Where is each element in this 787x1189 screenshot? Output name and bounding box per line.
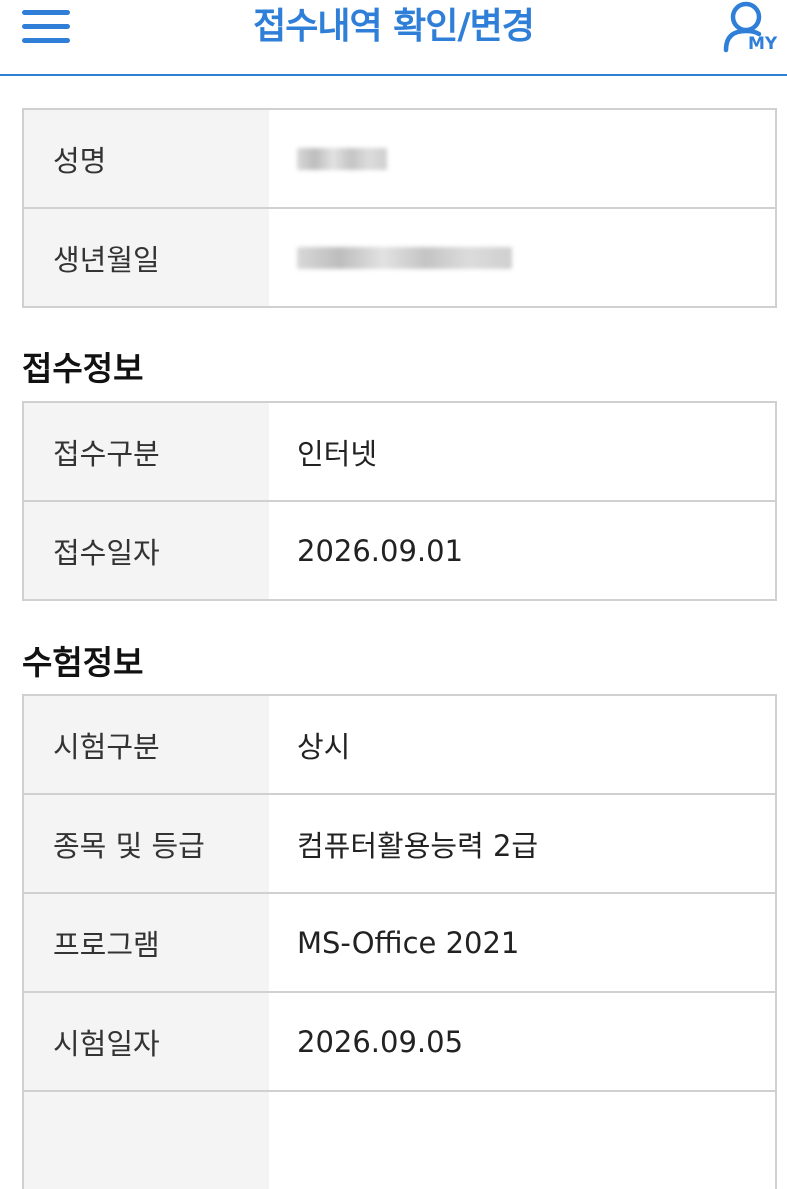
exam-info-table: 시험구분 상시 종목 및 등급 컴퓨터활용능력 2급 프로그램 MS-Offic… [22, 694, 777, 1189]
name-value [269, 110, 775, 207]
app-header: 접수내역 확인/변경 MY [0, 0, 787, 76]
next-row-value [269, 1092, 775, 1189]
exam-date-label: 시험일자 [24, 993, 269, 1090]
page-title: 접수내역 확인/변경 [253, 6, 535, 47]
exam-type-label: 시험구분 [24, 696, 269, 793]
table-row: 성명 [24, 110, 775, 209]
subject-grade-label: 종목 및 등급 [24, 795, 269, 892]
subject-grade-value: 컴퓨터활용능력 2급 [269, 795, 775, 892]
next-row-label [24, 1092, 269, 1189]
table-row: 접수구분 인터넷 [24, 403, 775, 502]
table-row: 프로그램 MS-Office 2021 [24, 894, 775, 993]
table-row: 시험구분 상시 [24, 696, 775, 795]
name-label: 성명 [24, 110, 269, 207]
receipt-date-label: 접수일자 [24, 502, 269, 599]
receipt-info-table: 접수구분 인터넷 접수일자 2026.09.01 [22, 401, 777, 601]
exam-type-value: 상시 [269, 696, 775, 793]
receipt-section-title: 접수정보 [22, 349, 144, 388]
table-row [24, 1092, 775, 1189]
birthdate-value [269, 209, 775, 306]
table-row: 종목 및 등급 컴퓨터활용능력 2급 [24, 795, 775, 894]
receipt-type-label: 접수구분 [24, 403, 269, 500]
masked-birthdate [297, 246, 512, 269]
exam-section-title: 수험정보 [22, 643, 144, 682]
birthdate-label: 생년월일 [24, 209, 269, 306]
receipt-date-value: 2026.09.01 [269, 502, 775, 599]
program-label: 프로그램 [24, 894, 269, 991]
my-label: MY [748, 34, 778, 54]
table-row: 접수일자 2026.09.01 [24, 502, 775, 599]
masked-name [297, 147, 387, 170]
program-value: MS-Office 2021 [269, 894, 775, 991]
my-page-button[interactable]: MY [718, 0, 784, 60]
exam-date-value: 2026.09.05 [269, 993, 775, 1090]
table-row: 생년월일 [24, 209, 775, 306]
applicant-info-table: 성명 생년월일 [22, 108, 777, 308]
table-row: 시험일자 2026.09.05 [24, 993, 775, 1092]
receipt-type-value: 인터넷 [269, 403, 775, 500]
